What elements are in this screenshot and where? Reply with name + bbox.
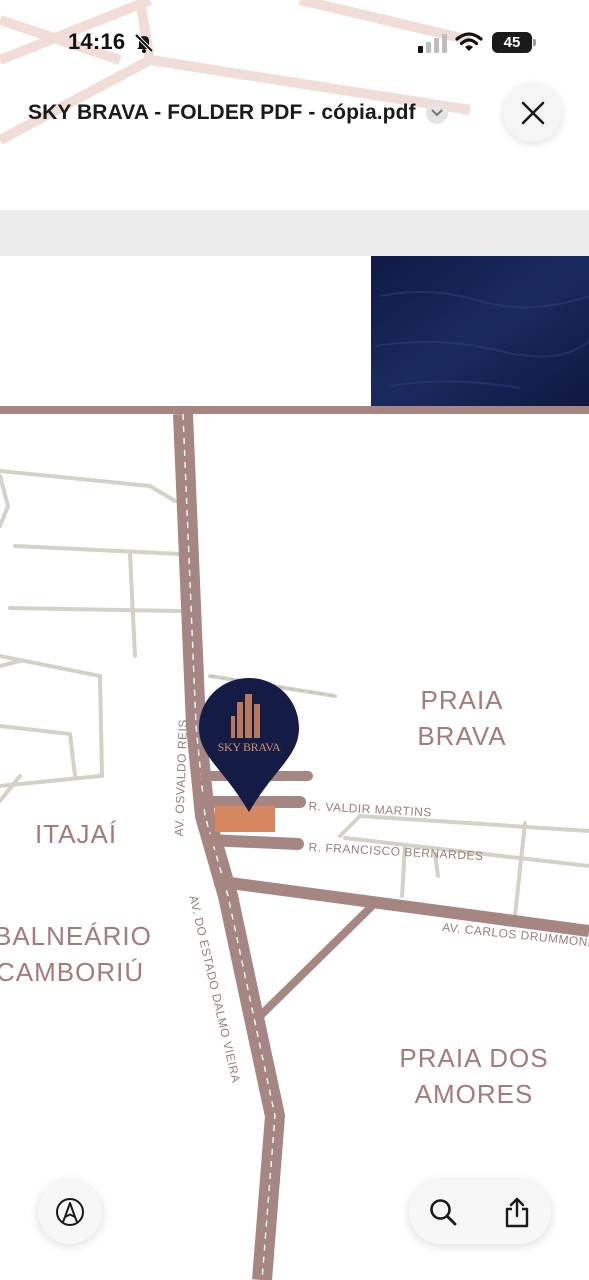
label-line: CAMBORIÚ	[0, 957, 145, 987]
label-line: PRAIA	[420, 685, 504, 715]
document-title-menu[interactable]: SKY BRAVA - FOLDER PDF - cópia.pdf	[28, 98, 448, 128]
pin-brand-text: SKY BRAVA	[217, 740, 281, 754]
clock: 14:16	[68, 29, 126, 54]
wifi-icon	[455, 32, 483, 51]
bottom-toolbar	[409, 1180, 551, 1244]
markup-pen-icon	[56, 1198, 84, 1226]
cellular-signal-icon	[418, 34, 447, 53]
map-top-border	[0, 406, 589, 414]
label-praia-brava: PRAIA BRAVA	[400, 682, 524, 754]
sea-photo	[371, 256, 589, 408]
share-button[interactable]	[499, 1194, 535, 1230]
battery-icon: 45	[492, 32, 536, 54]
chevron-down-icon	[425, 102, 448, 124]
document-title: SKY BRAVA - FOLDER PDF - cópia.pdf	[28, 101, 416, 124]
label-balneario-camboriu: BALNEÁRIO CAMBORIÚ	[0, 918, 154, 990]
label-line: BALNEÁRIO	[0, 921, 152, 951]
bell-slash-icon	[134, 33, 154, 53]
label-line: PRAIA DOS	[399, 1043, 549, 1073]
battery-level: 45	[503, 34, 521, 51]
search-icon	[430, 1199, 457, 1226]
search-button[interactable]	[425, 1194, 461, 1230]
markup-button[interactable]	[38, 1180, 102, 1244]
app-header: 14:16 45 SKY BRAVA - FOLDER PDF - cópia.…	[0, 0, 589, 210]
label-praia-dos-amores: PRAIA DOS AMORES	[385, 1040, 563, 1112]
status-bar: 14:16 45	[0, 0, 589, 88]
label-line: AMORES	[414, 1079, 534, 1109]
close-icon	[521, 101, 544, 124]
share-icon	[505, 1197, 529, 1228]
label-itajai: ITAJAÍ	[34, 819, 118, 849]
page-gap	[0, 210, 589, 256]
pdf-page[interactable]: PRAIA BRAVA ITAJAÍ BALNEÁRIO CAMBORIÚ PR…	[0, 256, 589, 1280]
label-line: BRAVA	[417, 721, 507, 751]
close-button[interactable]	[503, 83, 562, 142]
